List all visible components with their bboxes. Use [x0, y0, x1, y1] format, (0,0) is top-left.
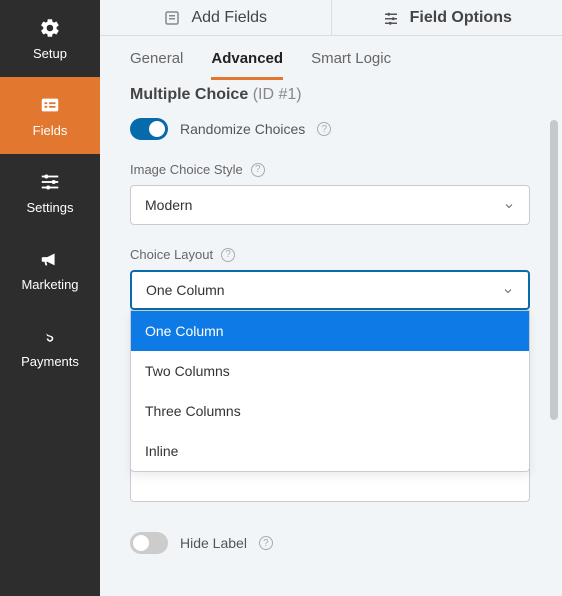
chevron-down-icon [503, 199, 515, 211]
sidebar-item-label: Marketing [21, 277, 78, 292]
sidebar-item-settings[interactable]: Settings [0, 154, 100, 231]
help-icon[interactable]: ? [317, 122, 331, 136]
tab-field-options[interactable]: Field Options [332, 0, 562, 35]
choice-layout-select[interactable]: One Column [130, 270, 530, 310]
help-icon[interactable]: ? [251, 163, 265, 177]
field-title: Multiple Choice (ID #1) [130, 86, 532, 104]
help-icon[interactable]: ? [221, 248, 235, 262]
subtab-smart-logic[interactable]: Smart Logic [311, 50, 391, 80]
hide-label-toggle[interactable] [130, 532, 168, 554]
image-style-select[interactable]: Modern [130, 185, 530, 225]
image-style-label: Image Choice Style [130, 162, 243, 177]
sidebar-item-payments[interactable]: Payments [0, 308, 100, 385]
content-area: Multiple Choice (ID #1) Randomize Choice… [100, 80, 562, 596]
randomize-label: Randomize Choices [180, 121, 305, 137]
dropdown-option[interactable]: One Column [131, 311, 529, 351]
sliders-icon [38, 170, 62, 194]
main-panel: Add Fields Field Options General Advance… [100, 0, 562, 596]
top-tabs: Add Fields Field Options [100, 0, 562, 36]
select-value: Modern [145, 197, 192, 213]
scrollbar[interactable] [550, 120, 558, 420]
sidebar-item-fields[interactable]: Fields [0, 77, 100, 154]
bullhorn-icon [38, 247, 62, 271]
sidebar-item-marketing[interactable]: Marketing [0, 231, 100, 308]
options-icon [382, 9, 400, 27]
list-icon [38, 93, 62, 117]
gear-icon [38, 16, 62, 40]
choice-layout-dropdown: One Column Two Columns Three Columns Inl… [130, 310, 530, 472]
dollar-icon [38, 324, 62, 348]
sidebar-item-label: Payments [21, 354, 79, 369]
help-icon[interactable]: ? [259, 536, 273, 550]
tab-label: Field Options [410, 9, 512, 27]
sidebar: Setup Fields Settings Marketing Payments [0, 0, 100, 596]
sidebar-item-label: Setup [33, 46, 67, 61]
dropdown-option[interactable]: Three Columns [131, 391, 529, 431]
choice-layout-label: Choice Layout [130, 247, 213, 262]
form-icon [163, 9, 181, 27]
field-name: Multiple Choice [130, 86, 248, 103]
subtab-general[interactable]: General [130, 50, 183, 80]
randomize-toggle[interactable] [130, 118, 168, 140]
select-value: One Column [146, 282, 225, 298]
sidebar-item-label: Fields [33, 123, 68, 138]
field-id: (ID #1) [253, 86, 302, 103]
hide-label-label: Hide Label [180, 535, 247, 551]
chevron-down-icon [502, 284, 514, 296]
tab-add-fields[interactable]: Add Fields [100, 0, 331, 35]
dropdown-option[interactable]: Inline [131, 431, 529, 471]
sidebar-item-setup[interactable]: Setup [0, 0, 100, 77]
dropdown-option[interactable]: Two Columns [131, 351, 529, 391]
subtabs: General Advanced Smart Logic [100, 36, 562, 80]
sidebar-item-label: Settings [27, 200, 74, 215]
subtab-advanced[interactable]: Advanced [211, 50, 283, 80]
tab-label: Add Fields [191, 9, 267, 27]
